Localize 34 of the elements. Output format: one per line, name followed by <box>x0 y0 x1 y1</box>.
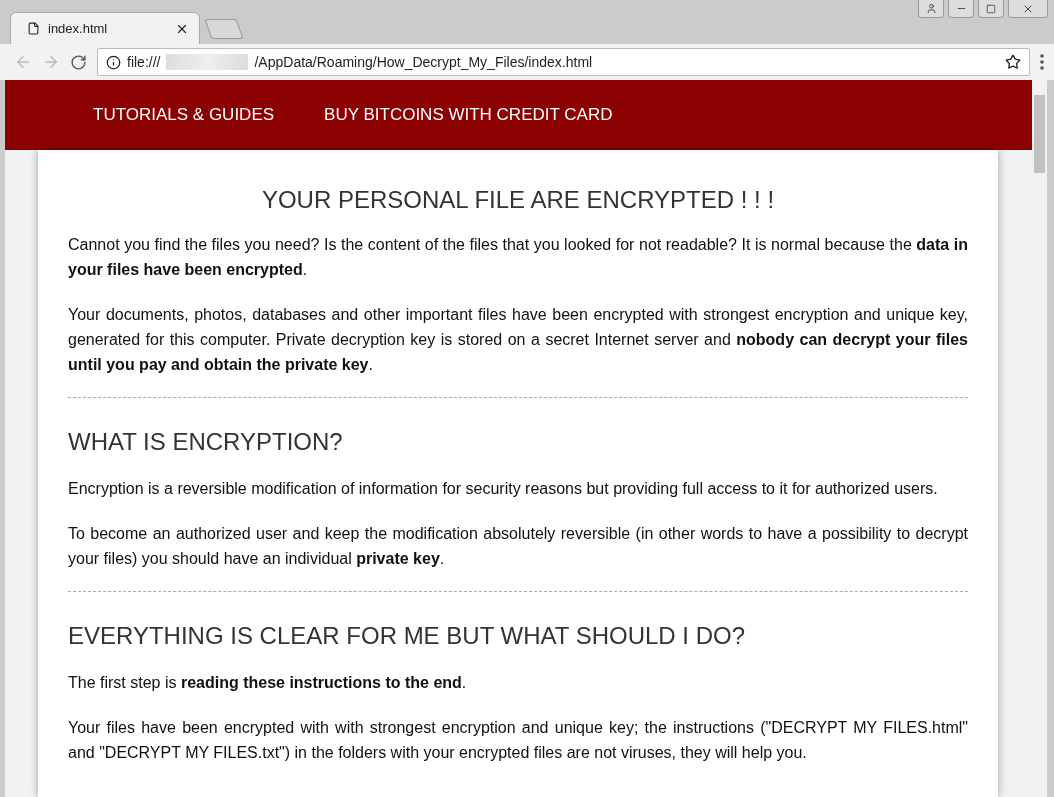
browser-tab[interactable]: index.html <box>10 12 200 44</box>
nav-link[interactable]: BUY BITCOINS WITH CREDIT CARD <box>324 105 613 125</box>
scrollbar-thumb[interactable] <box>1034 95 1045 173</box>
info-icon <box>106 54 121 70</box>
file-icon <box>27 22 40 35</box>
back-button[interactable] <box>14 53 32 71</box>
menu-button[interactable] <box>1040 54 1044 70</box>
paragraph: Your documents, photos, databases and other important files have been encrypted with strongest encryption and unique key, generated for this computer. Private decryption key is stored on a secret Internet server and nobody can decrypt your files until you pay and obtain the private key. <box>68 305 968 375</box>
minimize-button[interactable] <box>948 0 974 18</box>
paragraph: Your files have been encrypted with with strongest encryption and unique key; the instructions ("DECRYPT MY FILES.html" and "DECRYPT MY FILES.txt") in the folders with your encrypted files are not viruses, they will help you. <box>68 718 968 763</box>
new-tab-button[interactable] <box>204 19 244 39</box>
section-heading: WHAT IS ENCRYPTION? <box>68 428 344 456</box>
reload-button[interactable] <box>70 53 87 71</box>
url-text: file:/// <box>127 54 161 70</box>
maximize-icon <box>986 3 996 14</box>
menu-icon <box>1040 54 1044 70</box>
forward-arrow-icon <box>42 53 60 71</box>
address-field[interactable]: file:/// /AppData/Roaming/How_Decrypt_My_Files/index.html <box>97 48 1030 76</box>
tab-title: index.html <box>48 21 109 36</box>
paragraph: Encryption is a reversible modification of information for security reasons but providing full access to it for authorized users. <box>68 479 939 499</box>
maximize-button[interactable] <box>978 0 1004 18</box>
nav-link[interactable]: TUTORIALS & GUIDES <box>93 105 275 125</box>
url-text: /AppData/Roaming/How_Decrypt_My_Files/index.html <box>254 54 594 70</box>
page-title: YOUR PERSONAL FILE ARE ENCRYPTED ! ! ! <box>260 186 776 214</box>
close-button[interactable] <box>1008 0 1048 18</box>
profile-button[interactable] <box>918 0 944 18</box>
paragraph: To become an authorized user and keep the modification absolutely reversible (in other words to have a possibility to decrypt your files) you should have an individual private key. <box>68 524 968 569</box>
person-icon <box>925 3 937 14</box>
forward-button[interactable] <box>42 53 60 71</box>
paragraph: The first step is reading these instructions to the end. <box>68 673 468 693</box>
reload-icon <box>70 53 87 71</box>
section-heading: EVERYTHING IS CLEAR FOR ME BUT WHAT SHOULD I DO? <box>68 622 746 650</box>
paragraph: Cannot you find the files you need? Is the content of the files that you looked for not readable? It is normal because the data in your files have been encrypted. <box>68 235 968 280</box>
bookmark-star-icon[interactable] <box>1005 54 1021 70</box>
